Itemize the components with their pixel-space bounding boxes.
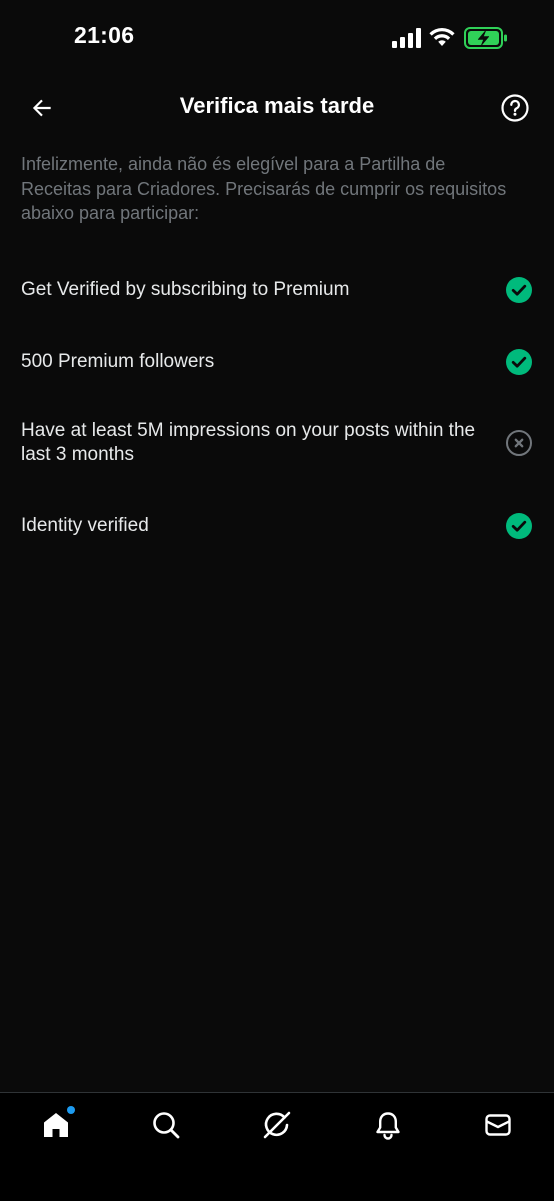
question-circle-icon [501, 94, 529, 122]
nav-notifications[interactable] [372, 1109, 404, 1141]
check-circle-icon [506, 349, 532, 375]
mail-icon [485, 1114, 511, 1136]
requirement-item-premium-followers: 500 Premium followers [21, 348, 533, 376]
nav-home[interactable] [40, 1106, 75, 1141]
requirement-item-premium: Get Verified by subscribing to Premium [21, 276, 533, 304]
search-icon [153, 1112, 180, 1139]
status-bar: 21:06 [0, 0, 554, 76]
requirement-item-identity: Identity verified [21, 512, 533, 540]
cellular-signal-icon [392, 28, 421, 48]
nav-search[interactable] [150, 1109, 182, 1141]
bottom-nav [0, 1092, 554, 1201]
requirement-item-impressions: Have at least 5M impressions on your pos… [21, 419, 533, 467]
notification-dot [67, 1106, 75, 1114]
page-title: Verifica mais tarde [179, 93, 375, 118]
requirement-label: Have at least 5M impressions on your pos… [21, 420, 476, 465]
wifi-icon [429, 27, 455, 46]
requirement-label: 500 Premium followers [21, 351, 215, 372]
x-circle-icon [506, 430, 532, 456]
check-circle-icon [506, 513, 532, 539]
check-circle-icon [506, 277, 532, 303]
header: Verifica mais tarde [0, 78, 554, 138]
requirement-label: Get Verified by subscribing to Premium [21, 279, 350, 300]
bell-icon [376, 1112, 400, 1140]
eligibility-intro-text: Infelizmente, ainda não és elegível para… [21, 154, 507, 223]
status-time: 21:06 [74, 22, 135, 48]
home-icon [44, 1113, 68, 1137]
grok-icon [263, 1111, 291, 1139]
requirement-label: Identity verified [21, 515, 149, 536]
help-button[interactable] [498, 91, 532, 125]
nav-grok[interactable] [261, 1109, 293, 1141]
battery-charging-icon [464, 27, 507, 49]
nav-messages[interactable] [482, 1109, 514, 1141]
